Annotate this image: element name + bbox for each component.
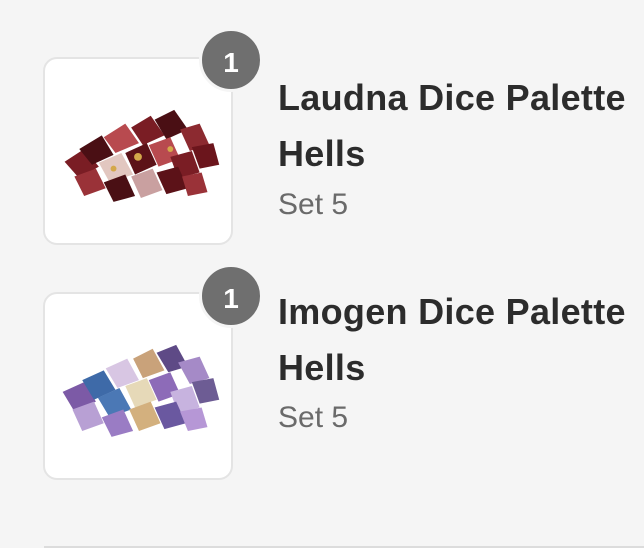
product-name-line-2: Hells [278,347,366,388]
product-name[interactable]: Imogen Dice Palette Hells [278,284,638,396]
quantity-badge: 1 [199,264,263,328]
product-name-line-1: Imogen Dice Palette [278,291,626,332]
product-thumbnail[interactable] [43,292,233,480]
purple-dice-set-image [62,344,220,437]
product-variant: Set 5 [278,401,349,434]
cart-item[interactable]: 1 Imogen Dice Palette Hells Set 5 [0,0,644,480]
